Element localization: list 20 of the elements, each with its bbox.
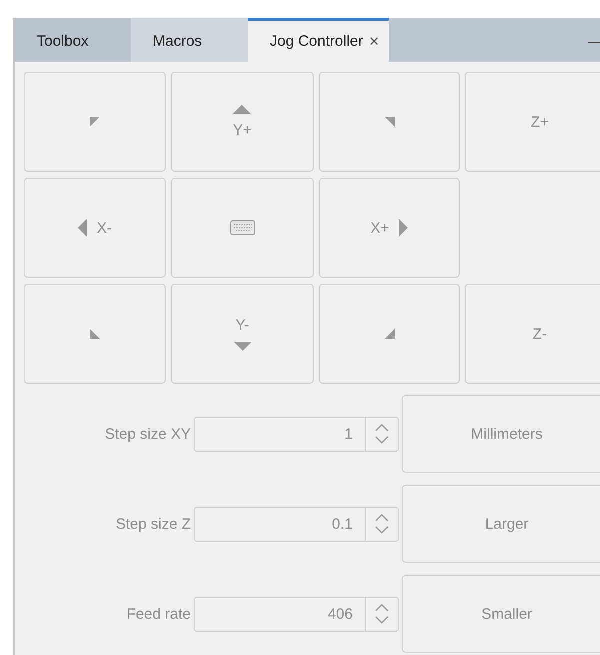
- field-label: Step size Z: [116, 516, 191, 532]
- field-label: Step size XY: [105, 426, 191, 442]
- tab[interactable]: Toolbox: [15, 18, 131, 62]
- tab[interactable]: Jog Controller ×: [248, 18, 390, 62]
- field-label: Feed rate: [126, 606, 191, 622]
- arrow-down-icon: [234, 342, 252, 351]
- triangle-icon: [90, 117, 100, 127]
- arrow-up-icon: [233, 105, 252, 114]
- arrow-left-icon: [78, 219, 87, 237]
- close-icon[interactable]: ×: [369, 32, 380, 52]
- tab[interactable]: Macros: [131, 18, 248, 62]
- keyboard-icon: [230, 220, 256, 236]
- spin-arrows-icon[interactable]: [375, 423, 389, 445]
- triangle-icon: [384, 329, 394, 339]
- triangle-icon: [90, 329, 100, 339]
- arrow-right-icon: [399, 219, 408, 237]
- spin-arrows-icon[interactable]: [375, 603, 389, 625]
- spin-arrows-icon[interactable]: [375, 513, 389, 535]
- minimize-icon[interactable]: [588, 42, 600, 45]
- triangle-icon: [384, 117, 394, 127]
